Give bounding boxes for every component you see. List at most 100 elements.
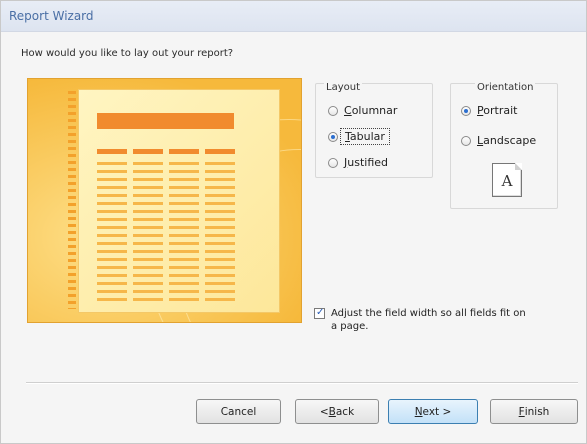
back-button[interactable]: < Back (295, 399, 379, 424)
portrait-page-icon: A (492, 163, 522, 197)
preview-row-line (205, 290, 235, 293)
preview-row-line (133, 170, 163, 173)
preview-column-header (133, 149, 163, 154)
preview-row-line (205, 250, 235, 253)
preview-row-line (169, 266, 199, 269)
layout-group: Layout Columnar Tabular Justified (315, 82, 433, 178)
preview-column-header (205, 149, 235, 154)
preview-row-line (97, 178, 127, 181)
landscape-radio[interactable] (461, 135, 471, 146)
preview-row-line (205, 226, 235, 229)
preview-row-line (133, 234, 163, 237)
orientation-group-label: Orientation (475, 82, 536, 93)
preview-row-line (133, 282, 163, 285)
preview-row-line (97, 274, 127, 277)
preview-row-line (97, 202, 127, 205)
preview-row-line (169, 258, 199, 261)
preview-row-line (169, 162, 199, 165)
report-wizard-dialog: Report Wizard How would you like to lay … (0, 0, 587, 444)
justified-option[interactable]: Justified (328, 156, 388, 169)
columnar-label: Columnar (344, 104, 398, 117)
cancel-button[interactable]: Cancel (196, 399, 281, 424)
preview-row-line (169, 210, 199, 213)
divider (26, 382, 578, 384)
landscape-option[interactable]: Landscape (461, 134, 536, 147)
landscape-label: Landscape (477, 134, 537, 147)
preview-row-line (205, 194, 235, 197)
preview-row-line (97, 250, 127, 253)
preview-row-line (133, 258, 163, 261)
preview-row-line (133, 194, 163, 197)
preview-row-line (205, 242, 235, 245)
preview-row-line (169, 298, 199, 301)
preview-row-line (97, 266, 127, 269)
preview-report-title-bar (97, 113, 234, 129)
preview-row-line (205, 266, 235, 269)
preview-row-line (205, 178, 235, 181)
preview-row-line (97, 226, 127, 229)
title-bar[interactable]: Report Wizard (1, 1, 586, 32)
layout-group-label: Layout (324, 82, 362, 93)
preview-row-line (205, 258, 235, 261)
preview-row-line (169, 290, 199, 293)
window-title: Report Wizard (9, 9, 94, 23)
preview-row-line (169, 282, 199, 285)
adjust-width-label: Adjust the field width so all fields fit… (331, 307, 526, 333)
preview-page (78, 89, 280, 313)
preview-row-line (133, 226, 163, 229)
preview-row-line (169, 218, 199, 221)
adjust-width-option[interactable]: ✓ Adjust the field width so all fields f… (314, 307, 569, 333)
preview-row-line (97, 290, 127, 293)
preview-row-line (133, 210, 163, 213)
preview-row-line (97, 170, 127, 173)
preview-row-line (133, 266, 163, 269)
preview-row-line (169, 170, 199, 173)
preview-row-line (97, 218, 127, 221)
spiral-binding (68, 91, 76, 309)
preview-row-line (133, 298, 163, 301)
preview-row-line (169, 234, 199, 237)
portrait-label: Portrait (477, 104, 518, 117)
preview-row-line (205, 162, 235, 165)
preview-row-line (169, 202, 199, 205)
preview-row-line (97, 282, 127, 285)
preview-row-line (97, 242, 127, 245)
preview-row-line (97, 234, 127, 237)
columnar-option[interactable]: Columnar (328, 104, 397, 117)
preview-row-line (169, 274, 199, 277)
preview-row-line (133, 218, 163, 221)
preview-row-line (169, 178, 199, 181)
justified-label: Justified (344, 156, 389, 169)
preview-row-line (97, 210, 127, 213)
next-button[interactable]: Next > (388, 399, 478, 424)
preview-row-line (133, 290, 163, 293)
preview-row-line (133, 202, 163, 205)
preview-row-line (133, 186, 163, 189)
justified-radio[interactable] (328, 157, 338, 168)
preview-row-line (205, 202, 235, 205)
preview-row-line (205, 298, 235, 301)
preview-row-line (133, 178, 163, 181)
adjust-width-checkbox[interactable]: ✓ (314, 307, 325, 319)
preview-row-line (133, 162, 163, 165)
finish-button[interactable]: Finish (490, 399, 578, 424)
preview-row-line (205, 170, 235, 173)
preview-row-line (97, 186, 127, 189)
preview-row-line (169, 250, 199, 253)
columnar-radio[interactable] (328, 105, 338, 116)
layout-prompt: How would you like to lay out your repor… (21, 48, 234, 59)
tabular-radio[interactable] (328, 131, 338, 142)
portrait-option[interactable]: Portrait (461, 104, 517, 117)
preview-row-line (205, 274, 235, 277)
checkmark-icon: ✓ (316, 307, 325, 318)
preview-column-header (169, 149, 199, 154)
preview-row-line (205, 234, 235, 237)
preview-row-line (97, 194, 127, 197)
preview-row-line (97, 298, 127, 301)
preview-row-line (169, 226, 199, 229)
preview-row-line (97, 258, 127, 261)
adjust-width-label-line1: Adjust the field width so all fields fit… (331, 308, 526, 319)
portrait-radio[interactable] (461, 105, 471, 116)
tabular-option[interactable]: Tabular (328, 128, 390, 145)
preview-row-line (97, 162, 127, 165)
